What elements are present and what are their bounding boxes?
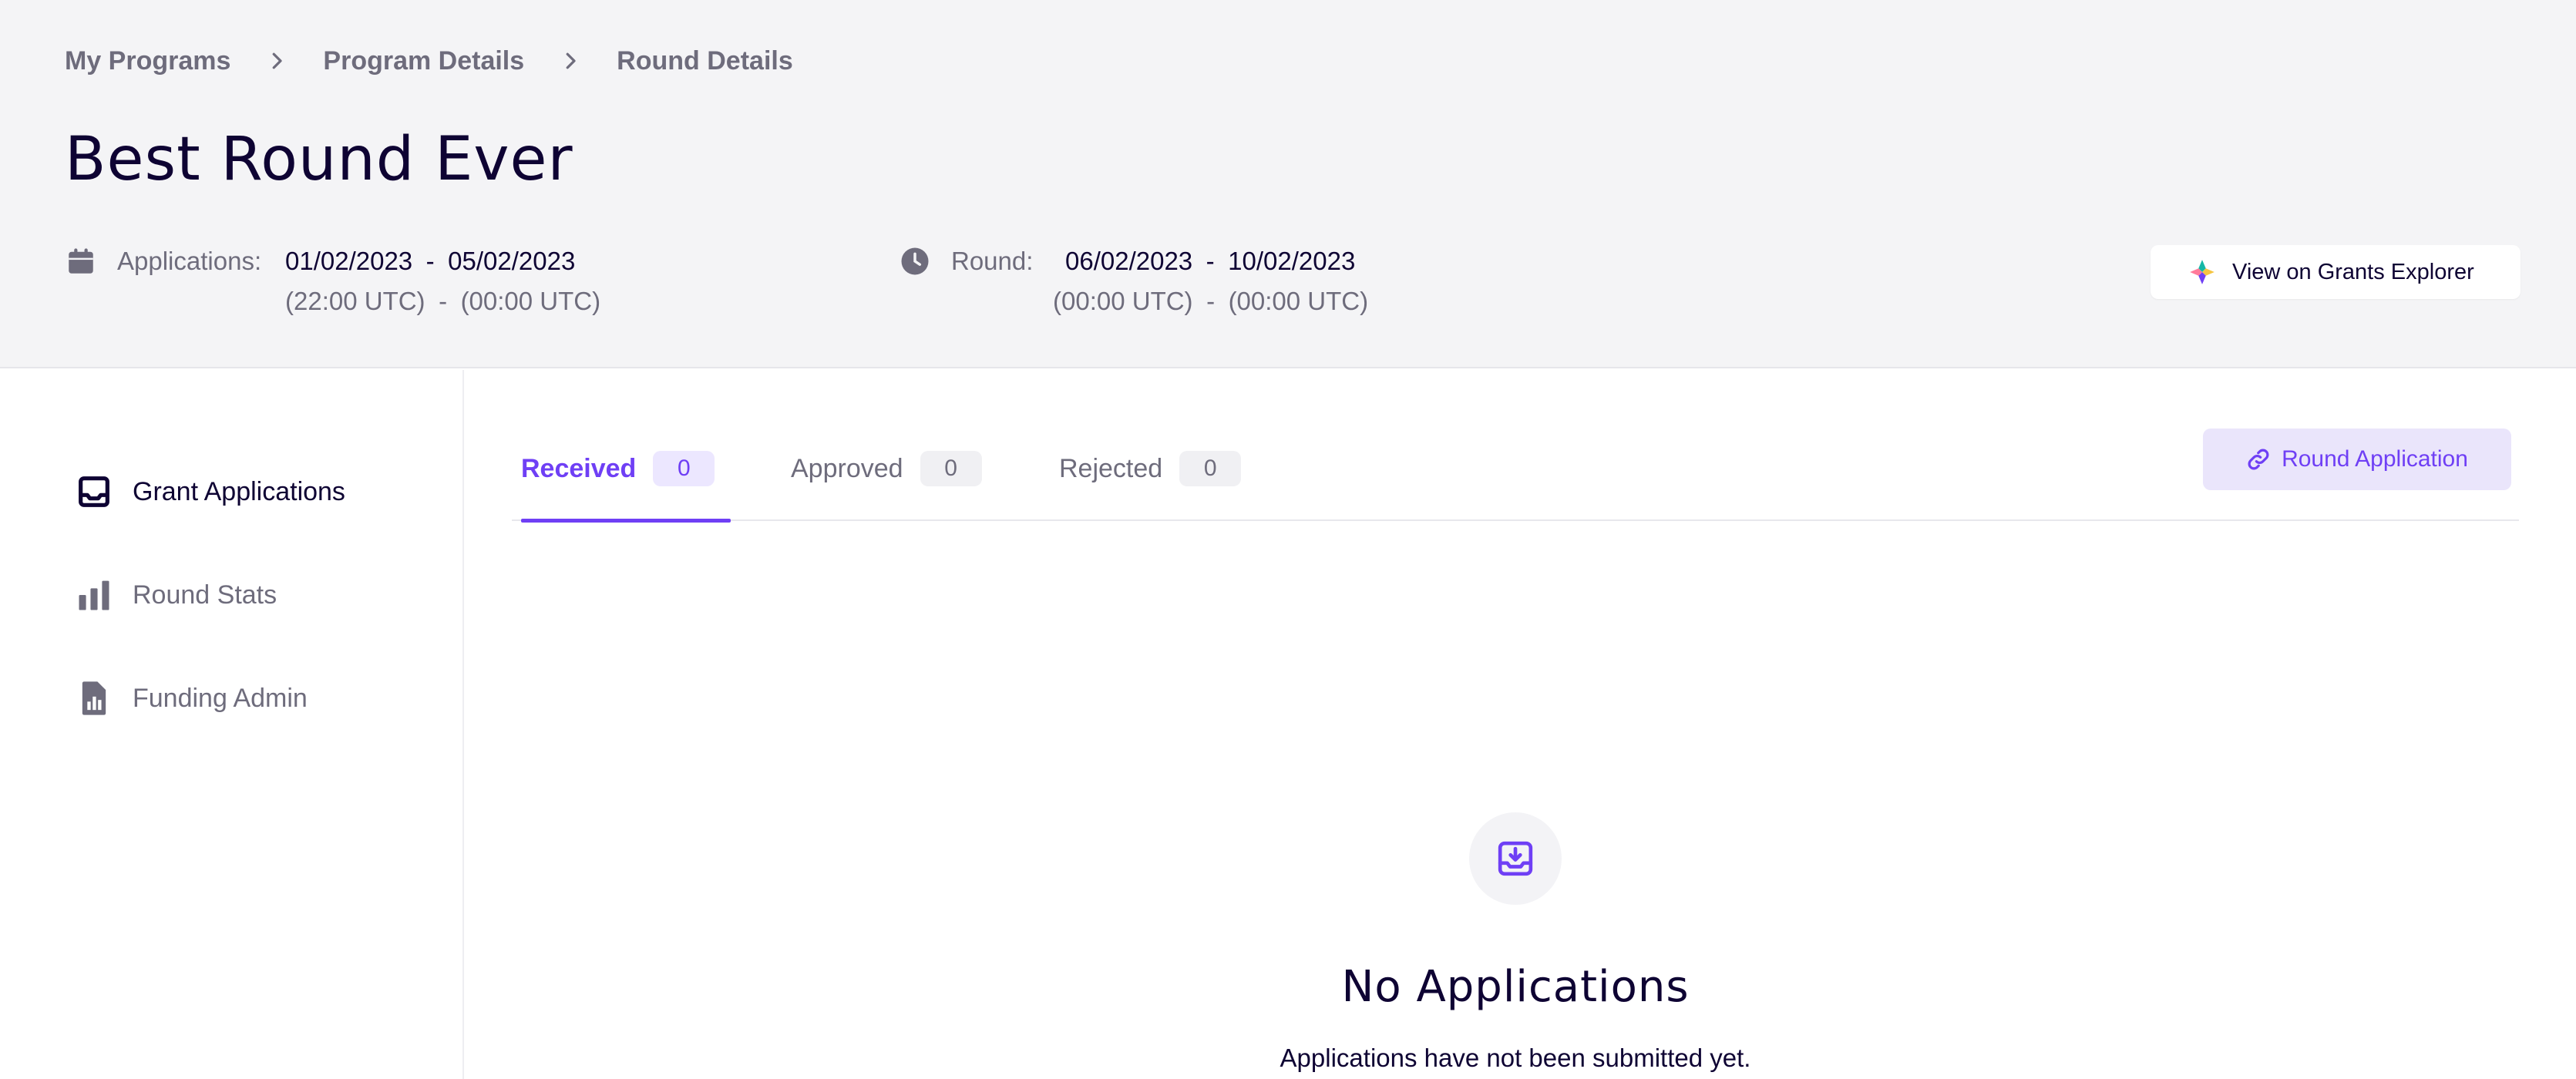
applications-label: Applications: — [117, 247, 262, 275]
applications-dates: 01/02/2023-05/02/2023 — [285, 245, 575, 277]
grants-explorer-logo-icon — [2190, 260, 2214, 284]
breadcrumb-my-programs[interactable]: My Programs — [65, 46, 230, 76]
round-application-button[interactable]: Round Application — [2203, 429, 2511, 490]
sidebar-item-round-stats[interactable]: Round Stats — [74, 573, 277, 617]
breadcrumb: My Programs Program Details Round Detail… — [65, 45, 793, 77]
round-end-time: (00:00 UTC) — [1228, 287, 1369, 315]
applications-period: Applications: 01/02/2023-05/02/2023 (22:… — [65, 245, 651, 322]
round-end-date: 10/02/2023 — [1228, 247, 1356, 275]
calendar-icon — [65, 245, 97, 277]
tab-label: Received — [521, 453, 637, 483]
applications-start-date: 01/02/2023 — [285, 247, 413, 275]
tab-count-badge: 0 — [1179, 451, 1242, 486]
sidebar: Grant Applications Round Stats Funding A… — [0, 370, 464, 1079]
bar-chart-icon — [79, 580, 109, 610]
tab-label: Rejected — [1059, 453, 1163, 483]
applications-end-date: 05/02/2023 — [448, 247, 576, 275]
chevron-right-icon — [230, 49, 323, 72]
inbox-download-icon — [1498, 841, 1533, 876]
tab-rejected[interactable]: Rejected 0 — [1059, 416, 1242, 521]
inbox-icon — [79, 476, 109, 507]
round-application-label: Round Application — [2282, 446, 2468, 472]
applications-end-time: (00:00 UTC) — [460, 287, 601, 315]
date-separator: - — [425, 247, 435, 275]
tab-count-badge: 0 — [653, 451, 715, 486]
round-label: Round: — [951, 247, 1034, 275]
breadcrumb-round-details[interactable]: Round Details — [617, 46, 793, 76]
empty-state-title: No Applications — [1341, 962, 1690, 1012]
round-period: Round: 06/02/2023-10/02/2023 (00:00 UTC)… — [899, 245, 1485, 322]
sidebar-item-grant-applications[interactable]: Grant Applications — [74, 470, 345, 513]
active-tab-indicator — [521, 519, 731, 523]
sidebar-item-funding-admin[interactable]: Funding Admin — [74, 677, 308, 720]
view-on-grants-explorer-label: View on Grants Explorer — [2232, 259, 2474, 284]
page-title: Best Round Ever — [65, 125, 573, 194]
view-on-grants-explorer-button[interactable]: View on Grants Explorer — [2151, 245, 2521, 299]
applications-start-time: (22:00 UTC) — [285, 287, 425, 315]
round-dates: 06/02/2023-10/02/2023 — [1065, 245, 1355, 277]
empty-state-icon-container — [1469, 812, 1562, 905]
clock-icon — [899, 245, 931, 277]
chevron-right-icon — [524, 49, 617, 72]
sidebar-item-label: Round Stats — [133, 580, 277, 610]
tab-received[interactable]: Received 0 — [521, 416, 731, 523]
applications-times: (22:00 UTC) - (00:00 UTC) — [285, 285, 600, 318]
tab-label: Approved — [791, 453, 903, 483]
empty-state-subtitle: Applications have not been submitted yet… — [1280, 1044, 1751, 1072]
time-separator: - — [1206, 287, 1216, 315]
round-start-time: (00:00 UTC) — [1053, 287, 1193, 315]
tab-approved[interactable]: Approved 0 — [791, 416, 982, 521]
link-icon — [2248, 449, 2269, 470]
time-separator: - — [439, 287, 448, 315]
sidebar-item-label: Funding Admin — [133, 683, 308, 713]
round-times: (00:00 UTC) - (00:00 UTC) — [1053, 285, 1368, 318]
round-header: My Programs Program Details Round Detail… — [0, 0, 2576, 368]
tab-count-badge: 0 — [920, 451, 982, 486]
breadcrumb-program-details[interactable]: Program Details — [323, 46, 524, 76]
sidebar-item-label: Grant Applications — [133, 476, 345, 506]
document-chart-icon — [82, 681, 106, 715]
round-start-date: 06/02/2023 — [1065, 247, 1193, 275]
date-separator: - — [1206, 247, 1215, 275]
